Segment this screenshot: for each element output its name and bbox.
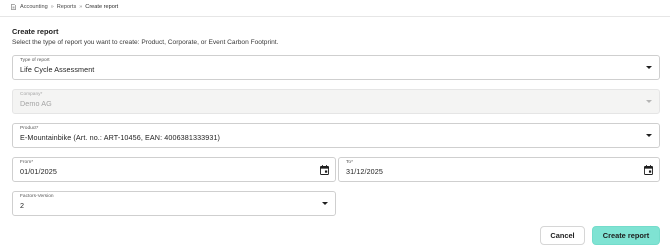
cancel-button[interactable]: Cancel xyxy=(540,226,585,245)
document-icon xyxy=(11,4,16,10)
company-value: Demo AG xyxy=(20,99,52,108)
factors-version-value: 2 xyxy=(20,201,25,210)
breadcrumb-reports[interactable]: Reports xyxy=(57,4,77,10)
page-subtitle: Select the type of report you want to cr… xyxy=(12,38,279,46)
breadcrumb-create-report: Create report xyxy=(85,4,119,10)
chevron-down-icon xyxy=(646,100,652,103)
type-of-report-value: Life Cycle Assessment xyxy=(20,65,95,74)
breadcrumb-separator: » xyxy=(50,4,54,10)
from-date-field[interactable]: From* 01/01/2025 xyxy=(12,157,336,182)
from-label: From* xyxy=(20,160,34,165)
to-label: To* xyxy=(346,160,353,165)
breadcrumb: Accounting » Reports » Create report xyxy=(11,4,118,10)
from-value: 01/01/2025 xyxy=(20,167,57,176)
page-title: Create report xyxy=(12,27,59,36)
calendar-icon[interactable] xyxy=(320,165,329,175)
breadcrumb-accounting[interactable]: Accounting xyxy=(20,4,48,10)
chevron-down-icon xyxy=(322,202,328,205)
breadcrumb-separator: » xyxy=(79,4,83,10)
to-date-field[interactable]: To* 31/12/2025 xyxy=(338,157,660,182)
product-label: Product* xyxy=(20,126,39,131)
to-value: 31/12/2025 xyxy=(346,167,383,176)
top-bar: Accounting » Reports » Create report xyxy=(0,0,670,17)
chevron-down-icon xyxy=(646,134,652,137)
product-value: E-Mountainbike (Art. no.: ART-10456, EAN… xyxy=(20,133,221,142)
product-select[interactable]: Product* E-Mountainbike (Art. no.: ART-1… xyxy=(12,123,660,148)
company-select: Company* Demo AG xyxy=(12,89,660,114)
company-label: Company* xyxy=(20,92,43,97)
type-of-report-select[interactable]: Type of report Life Cycle Assessment xyxy=(12,55,660,80)
factors-version-select[interactable]: Factors-Version 2 xyxy=(12,191,336,216)
calendar-icon[interactable] xyxy=(644,165,653,175)
create-report-button[interactable]: Create report xyxy=(592,226,660,245)
chevron-down-icon xyxy=(646,66,652,69)
factors-version-label: Factors-Version xyxy=(20,194,54,199)
type-of-report-label: Type of report xyxy=(20,58,50,63)
